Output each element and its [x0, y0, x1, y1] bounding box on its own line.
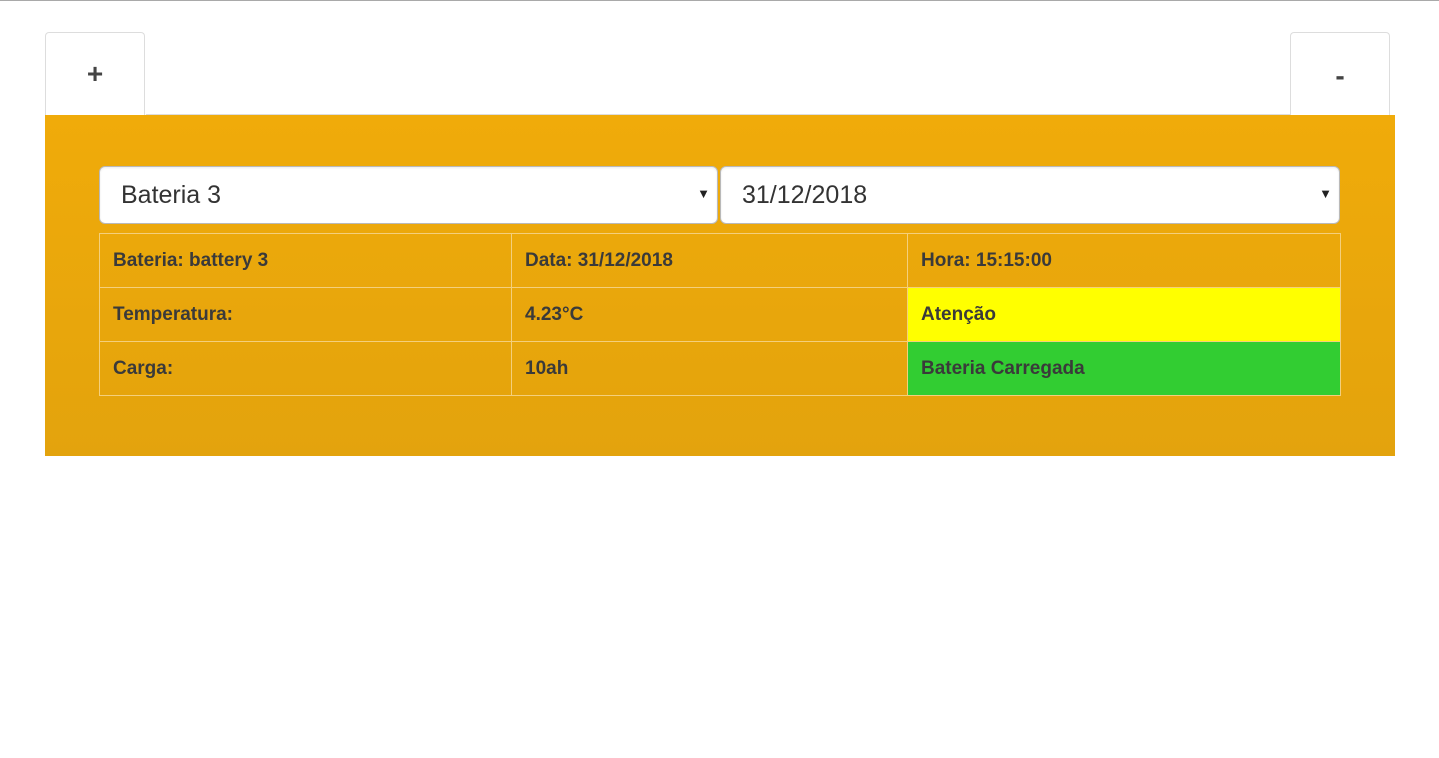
charge-status-badge: Bateria Carregada: [907, 341, 1341, 396]
date-select-value: 31/12/2018: [742, 180, 868, 209]
add-tab-label: +: [86, 58, 104, 89]
temperature-status-badge: Atenção: [907, 287, 1341, 342]
remove-tab-button[interactable]: -: [1290, 32, 1390, 115]
remove-tab-label: -: [1335, 60, 1345, 91]
battery-panel: Bateria 3 ▼ 31/12/2018 ▼ Bateria: batter…: [45, 115, 1395, 456]
temperature-value-cell: 4.23°C: [511, 287, 908, 342]
battery-info-table: Bateria: battery 3 Data: 31/12/2018 Hora…: [99, 233, 1341, 396]
battery-name-cell: Bateria: battery 3: [99, 233, 512, 288]
table-row: Temperatura: 4.23°C Atenção: [99, 287, 1341, 342]
charge-value-cell: 10ah: [511, 341, 908, 396]
table-row: Carga: 10ah Bateria Carregada: [99, 341, 1341, 396]
caret-down-icon: ▼: [697, 186, 710, 201]
battery-select[interactable]: Bateria 3 ▼: [99, 166, 718, 224]
battery-select-value: Bateria 3: [121, 180, 222, 209]
table-row: Bateria: battery 3 Data: 31/12/2018 Hora…: [99, 233, 1341, 288]
add-tab-button[interactable]: +: [45, 32, 145, 115]
time-cell: Hora: 15:15:00: [907, 233, 1341, 288]
date-cell: Data: 31/12/2018: [511, 233, 908, 288]
date-select[interactable]: 31/12/2018 ▼: [720, 166, 1340, 224]
caret-down-icon: ▼: [1319, 186, 1332, 201]
temperature-label-cell: Temperatura:: [99, 287, 512, 342]
charge-label-cell: Carga:: [99, 341, 512, 396]
top-border: [0, 0, 1439, 1]
